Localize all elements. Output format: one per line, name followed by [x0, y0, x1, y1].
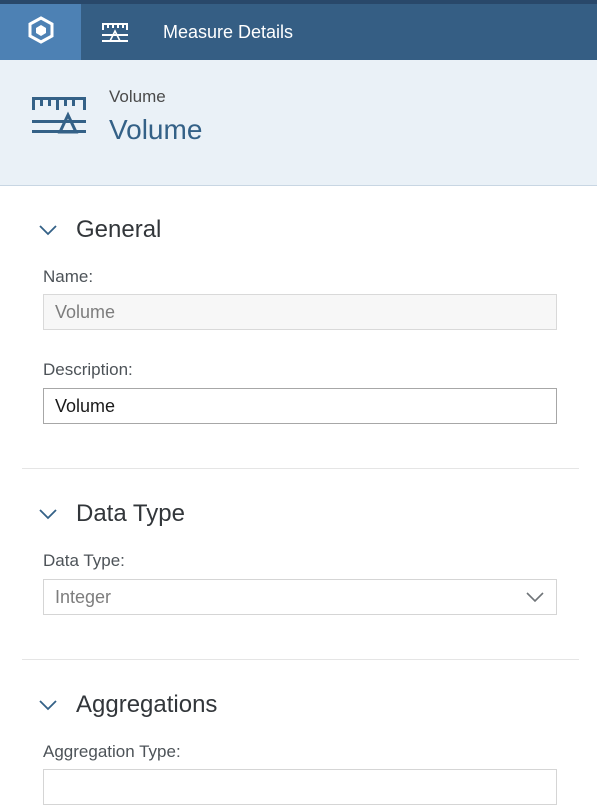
data-type-select[interactable]: Integer: [43, 579, 557, 615]
section-title: Aggregations: [76, 691, 218, 718]
ruler-scale-icon: [31, 95, 87, 142]
page-title: Volume: [109, 114, 203, 145]
aggregation-type-label: Aggregation Type:: [43, 742, 181, 761]
chevron-down-icon[interactable]: [38, 506, 60, 522]
data-type-value: Integer: [55, 586, 112, 607]
shell-bar: Measure Details: [0, 0, 597, 60]
name-label: Name:: [43, 267, 94, 286]
header-subtitle: Volume: [109, 87, 166, 106]
description-label: Description:: [43, 360, 133, 379]
section-general-header[interactable]: General: [38, 214, 161, 246]
tab-label: Measure Details: [163, 21, 294, 42]
data-type-label: Data Type:: [43, 551, 125, 570]
name-field[interactable]: Volume: [43, 294, 557, 330]
description-field[interactable]: Volume: [43, 388, 557, 424]
section-title: Data Type: [76, 500, 185, 527]
section-divider: [22, 659, 579, 660]
cube-icon: [28, 15, 54, 49]
home-button[interactable]: [0, 4, 81, 60]
section-divider: [22, 468, 579, 469]
chevron-down-icon[interactable]: [525, 587, 545, 608]
object-header: Volume Volume: [0, 60, 597, 186]
ruler-scale-icon: [100, 20, 144, 44]
aggregation-type-select[interactable]: [43, 769, 557, 805]
section-title: General: [76, 216, 162, 243]
tab-measure-details[interactable]: Measure Details: [100, 4, 293, 60]
section-aggregations-header[interactable]: Aggregations: [38, 689, 217, 721]
section-data-type-header[interactable]: Data Type: [38, 498, 185, 530]
chevron-down-icon[interactable]: [38, 697, 60, 713]
chevron-down-icon[interactable]: [38, 222, 60, 238]
